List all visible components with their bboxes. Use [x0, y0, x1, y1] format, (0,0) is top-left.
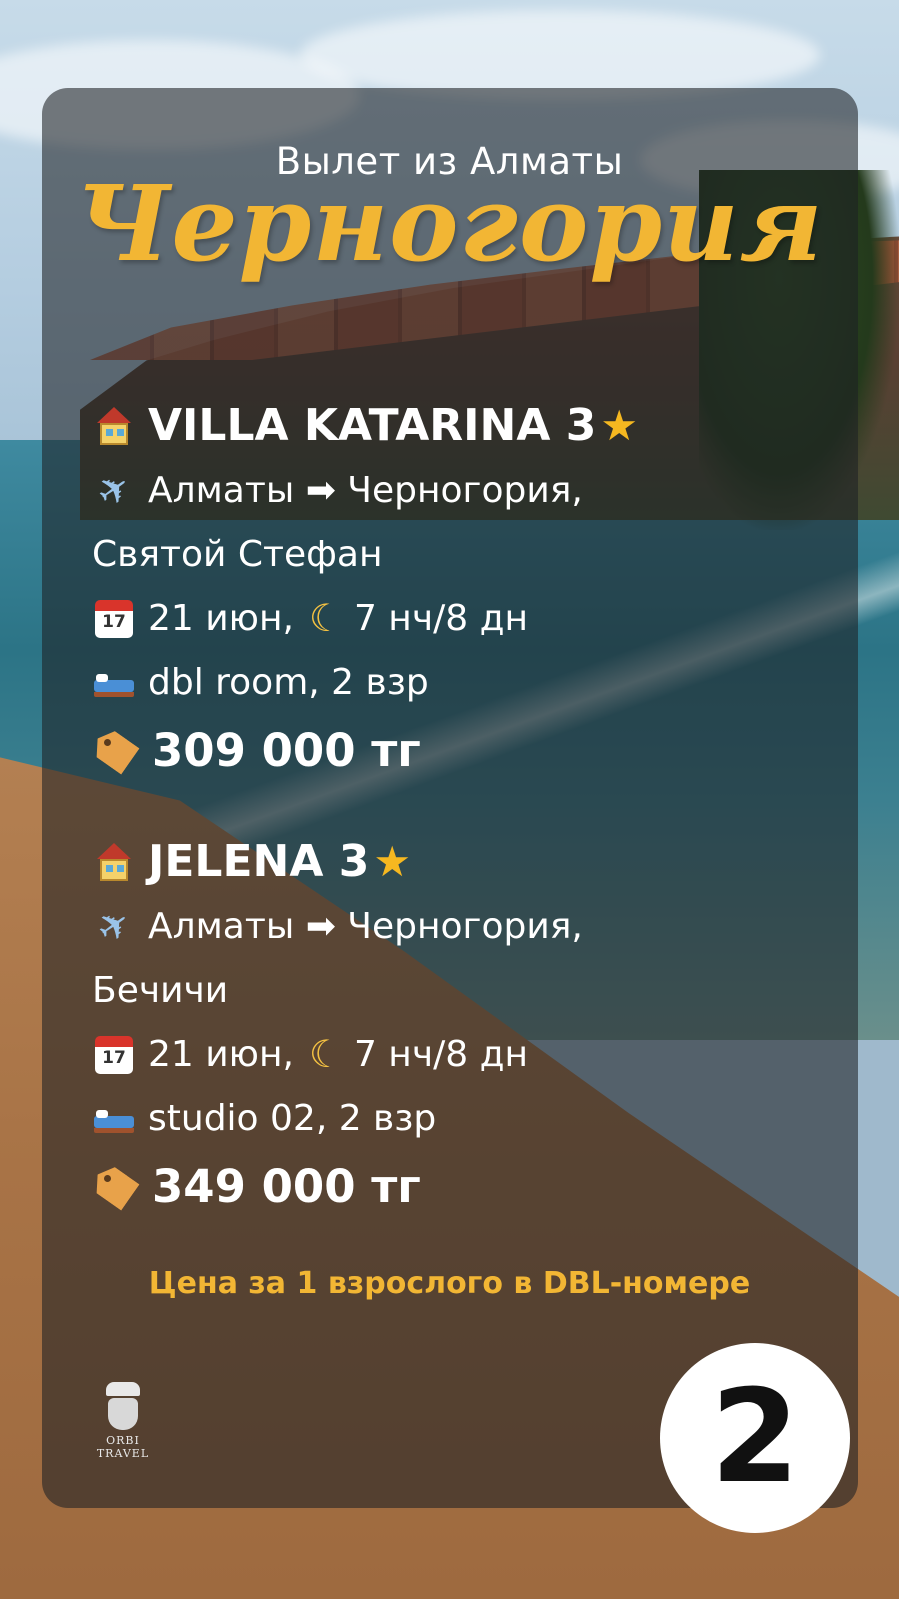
date-text: 21 июн, — [148, 597, 294, 639]
moon-icon: ☾ — [308, 596, 343, 640]
moon-icon: ☾ — [308, 1032, 343, 1076]
bed-icon — [92, 1096, 136, 1140]
star-icon: ★ — [373, 836, 411, 886]
price-tag-icon — [92, 1164, 136, 1208]
brand-logo: ORBI TRAVEL — [78, 1382, 168, 1462]
star-icon: ★ — [600, 400, 638, 450]
duration-text: 7 нч/8 дн — [353, 597, 528, 639]
offer-card-1: VILLA KATARINA 3 ★ ✈ Алматы ➡ Черногория… — [88, 392, 852, 786]
hotel-name: VILLA KATARINA 3 — [148, 399, 597, 451]
plane-icon: ✈ — [88, 898, 140, 954]
route-text: Алматы ➡ Черногория, — [148, 469, 583, 511]
calendar-icon — [92, 1032, 136, 1076]
calendar-icon — [92, 596, 136, 640]
destination-title: Черногория — [75, 162, 824, 285]
captain-hat-icon — [106, 1382, 140, 1396]
date-text: 21 июн, — [148, 1033, 294, 1075]
house-icon — [92, 839, 136, 883]
price-tag-icon — [92, 728, 136, 772]
offer-card-2: JELENA 3 ★ ✈ Алматы ➡ Черногория, Бечичи… — [88, 828, 852, 1222]
price-text: 349 000 тг — [152, 1159, 421, 1213]
location-text: Святой Стефан — [92, 533, 383, 575]
price-text: 309 000 тг — [152, 723, 421, 777]
page-number-badge: 2 — [660, 1343, 850, 1533]
room-text: studio 02, 2 взр — [148, 1097, 437, 1139]
duration-text: 7 нч/8 дн — [353, 1033, 528, 1075]
route-text: Алматы ➡ Черногория, — [148, 905, 583, 947]
logo-text: ORBI TRAVEL — [96, 1434, 150, 1460]
captain-face-icon — [108, 1398, 138, 1430]
bed-icon — [92, 660, 136, 704]
price-note: Цена за 1 взрослого в DBL-номере — [148, 1266, 751, 1301]
house-icon — [92, 403, 136, 447]
hotel-name: JELENA 3 — [148, 835, 370, 887]
location-text: Бечичи — [92, 969, 229, 1011]
plane-icon: ✈ — [88, 462, 140, 518]
room-text: dbl room, 2 взр — [148, 661, 429, 703]
